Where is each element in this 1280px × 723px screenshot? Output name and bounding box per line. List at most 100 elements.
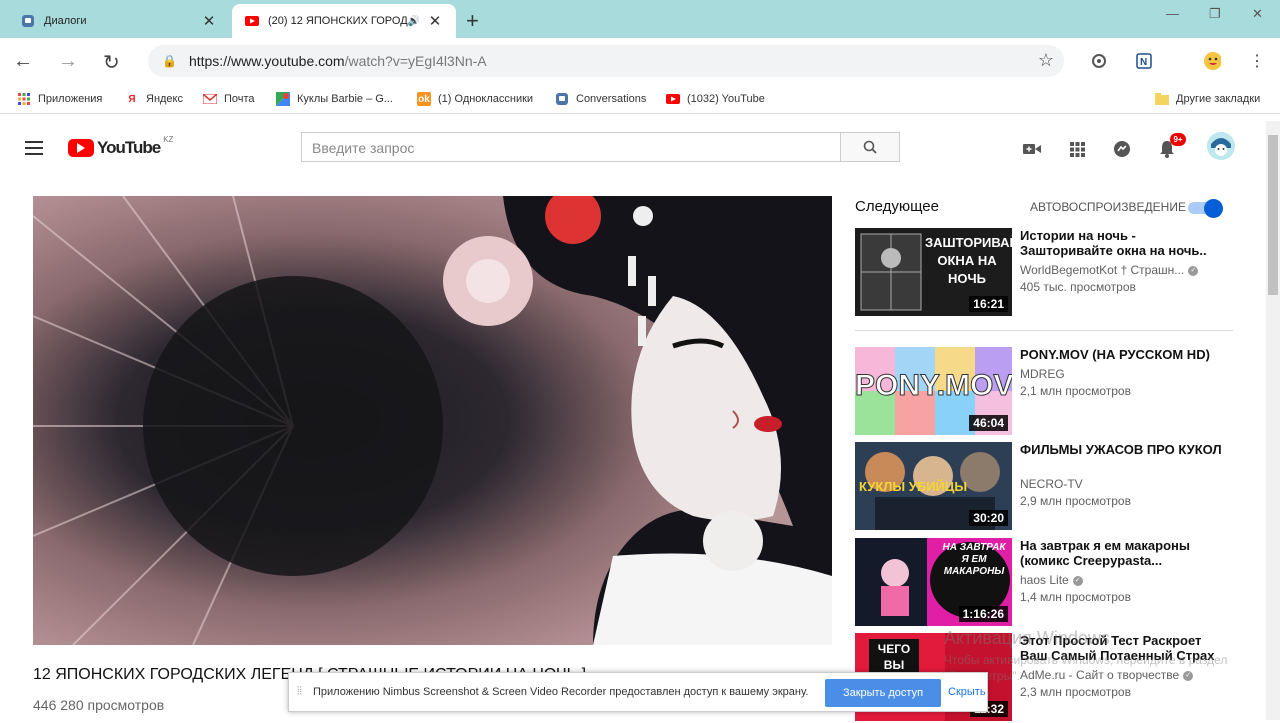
- chat-icon: [20, 13, 36, 29]
- view-count: 2,1 млн просмотров: [1020, 384, 1131, 398]
- recommended-video[interactable]: КУКЛЫ УБИЙЦЫ 30:20 ФИЛЬМЫ УЖАСОВ ПРО КУК…: [855, 442, 1235, 532]
- hide-button[interactable]: Скрыть: [948, 686, 986, 698]
- extension-nimbus-icon[interactable]: N: [1135, 52, 1153, 70]
- divider: [855, 330, 1233, 331]
- video-title[interactable]: ФИЛЬМЫ УЖАСОВ ПРО КУКОЛ: [1020, 442, 1225, 457]
- search-input[interactable]: Введите запрос: [301, 132, 841, 162]
- minimize-icon[interactable]: —: [1166, 6, 1179, 21]
- video-duration: 1:16:26: [958, 606, 1008, 622]
- channel-name[interactable]: NECRO-TV: [1020, 477, 1083, 491]
- bookmark-mail[interactable]: Почта: [203, 92, 255, 106]
- channel-name[interactable]: WorldBegemotKot † Страшн... ✓: [1020, 263, 1199, 277]
- youtube-icon: [244, 13, 260, 29]
- search-icon: [863, 140, 877, 154]
- windows-activation-watermark: Активация Windows: [944, 628, 1110, 648]
- thumbnail-caption: ЗАШТОРИВАЙТЕ ОКНА НА НОЧЬ: [925, 235, 1012, 286]
- address-bar[interactable]: 🔒 https://www.youtube.com/watch?v=yEgI4l…: [148, 45, 1064, 77]
- tab-dialogs[interactable]: Диалоги ✕: [8, 4, 230, 38]
- youtube-logo[interactable]: YouTube KZ: [68, 135, 174, 158]
- infobar-message: Приложению Nimbus Screenshot & Screen Vi…: [313, 686, 809, 698]
- bookmark-yandex[interactable]: Я Яндекс: [125, 92, 183, 106]
- bookmark-odnoklassniki[interactable]: ok (1) Одноклассники: [417, 92, 533, 106]
- apps-grid-icon: [17, 92, 31, 106]
- video-player[interactable]: [33, 196, 832, 645]
- page-scrollbar[interactable]: [1266, 121, 1280, 720]
- bookmark-barbie[interactable]: Куклы Barbie – G...: [276, 92, 393, 106]
- youtube-header: YouTube KZ Введите запрос 9+: [0, 121, 1266, 175]
- video-title[interactable]: На завтрак я ем макароны (комикс Creepyp…: [1020, 538, 1225, 568]
- video-view-count: 446 280 просмотров: [33, 697, 165, 713]
- channel-name[interactable]: MDREG: [1020, 367, 1065, 381]
- thumbnail-caption: ЧЕГО ВЫ: [877, 642, 911, 672]
- video-frame: [33, 196, 832, 645]
- bookmark-other[interactable]: Другие закладки: [1155, 92, 1260, 106]
- video-title[interactable]: Истории на ночь - Зашторивайте окна на н…: [1020, 228, 1225, 258]
- bookmark-label: Приложения: [38, 93, 103, 105]
- bookmark-label: Почта: [224, 93, 255, 105]
- messages-icon[interactable]: [1112, 139, 1132, 159]
- video-thumbnail[interactable]: НА ЗАВТРАК Я ЕМ МАКАРОНЫ 1:16:26: [855, 538, 1012, 626]
- maximize-icon[interactable]: ❐: [1209, 6, 1221, 22]
- thumbnail-caption: НА ЗАВТРАК Я ЕМ МАКАРОНЫ: [942, 542, 1006, 577]
- recommended-video[interactable]: ЗАШТОРИВАЙТЕ ОКНА НА НОЧЬ 16:21 Истории …: [855, 228, 1235, 318]
- video-thumbnail[interactable]: ЗАШТОРИВАЙТЕ ОКНА НА НОЧЬ 16:21: [855, 228, 1012, 316]
- profile-emoji-icon[interactable]: [1203, 52, 1221, 70]
- menu-dots-icon[interactable]: ⋮: [1248, 52, 1266, 70]
- create-video-icon[interactable]: [1022, 139, 1042, 159]
- url-path: /watch?v=yEgI4l3Nn-A: [344, 53, 487, 69]
- svg-text:N: N: [1140, 57, 1147, 68]
- close-tab-icon[interactable]: ✕: [200, 12, 218, 30]
- autoplay-toggle[interactable]: [1188, 199, 1223, 218]
- hamburger-menu-icon[interactable]: [25, 141, 43, 155]
- up-next-heading: Следующее: [855, 198, 939, 215]
- video-duration: 16:21: [969, 296, 1008, 312]
- video-thumbnail[interactable]: КУКЛЫ УБИЙЦЫ 30:20: [855, 442, 1012, 530]
- drag-handle-icon[interactable]: ⦙⦙: [297, 685, 302, 698]
- bookmark-conversations[interactable]: Conversations: [555, 92, 646, 106]
- browser-toolbar: ← → ↻ 🔒 https://www.youtube.com/watch?v=…: [0, 38, 1280, 84]
- close-window-icon[interactable]: ✕: [1252, 6, 1263, 22]
- stop-sharing-button[interactable]: Закрыть доступ: [825, 679, 941, 707]
- channel-name[interactable]: haos Lite ✓: [1020, 573, 1083, 587]
- youtube-play-icon: [68, 139, 94, 157]
- avatar[interactable]: [1207, 132, 1235, 160]
- forward-arrow-icon[interactable]: →: [58, 50, 78, 73]
- lock-icon: 🔒: [162, 54, 177, 68]
- chat-icon: [555, 92, 569, 106]
- logo-text: YouTube: [97, 138, 161, 157]
- recommended-video[interactable]: PONY.MOV 46:04 PONY.MOV (НА РУССКОМ HD) …: [855, 347, 1235, 437]
- notification-badge: 9+: [1170, 133, 1186, 146]
- region-code: KZ: [163, 135, 174, 144]
- bookmark-apps[interactable]: Приложения: [17, 92, 102, 106]
- speaker-icon[interactable]: 🔊: [408, 16, 420, 27]
- bookmark-label: (1032) YouTube: [687, 93, 765, 105]
- new-tab-button[interactable]: +: [466, 8, 479, 34]
- tab-youtube-video[interactable]: (20) 12 ЯПОНСКИХ ГОРОД 🔊 ✕: [232, 4, 456, 38]
- bookmark-label: (1) Одноклассники: [438, 93, 534, 105]
- apps-icon[interactable]: [1067, 139, 1087, 159]
- bookmark-youtube[interactable]: (1032) YouTube: [666, 92, 765, 106]
- video-title[interactable]: PONY.MOV (НА РУССКОМ HD): [1020, 347, 1225, 362]
- close-tab-icon[interactable]: ✕: [426, 12, 444, 30]
- screen-share-infobar: ⦙⦙ Приложению Nimbus Screenshot & Screen…: [288, 672, 988, 712]
- bookmark-label: Другие закладки: [1176, 93, 1261, 105]
- channel-label: NECRO-TV: [1020, 477, 1083, 491]
- odnoklassniki-icon: ok: [417, 92, 431, 106]
- tab-title: (20) 12 ЯПОНСКИХ ГОРОД: [268, 15, 408, 27]
- recommended-video[interactable]: НА ЗАВТРАК Я ЕМ МАКАРОНЫ 1:16:26 На завт…: [855, 538, 1235, 628]
- channel-label: WorldBegemotKot † Страшн...: [1020, 263, 1185, 277]
- view-count: 1,4 млн просмотров: [1020, 590, 1131, 604]
- bookmark-star-icon[interactable]: ☆: [1038, 50, 1054, 71]
- autoplay-label: АВТОВОСПРОИЗВЕДЕНИЕ: [1030, 200, 1186, 214]
- verified-check-icon: ✓: [1072, 575, 1083, 586]
- search-button[interactable]: [840, 132, 900, 162]
- thumbnail-caption: КУКЛЫ УБИЙЦЫ: [859, 479, 968, 494]
- video-duration: 30:20: [969, 510, 1008, 526]
- back-arrow-icon[interactable]: ←: [13, 50, 33, 73]
- extension-vpn-icon[interactable]: [1090, 52, 1108, 70]
- scrollbar-thumb[interactable]: [1268, 135, 1278, 295]
- reload-icon[interactable]: ↻: [103, 50, 120, 75]
- maps-icon: [276, 92, 290, 106]
- tab-title: Диалоги: [44, 15, 87, 27]
- video-thumbnail[interactable]: PONY.MOV 46:04: [855, 347, 1012, 435]
